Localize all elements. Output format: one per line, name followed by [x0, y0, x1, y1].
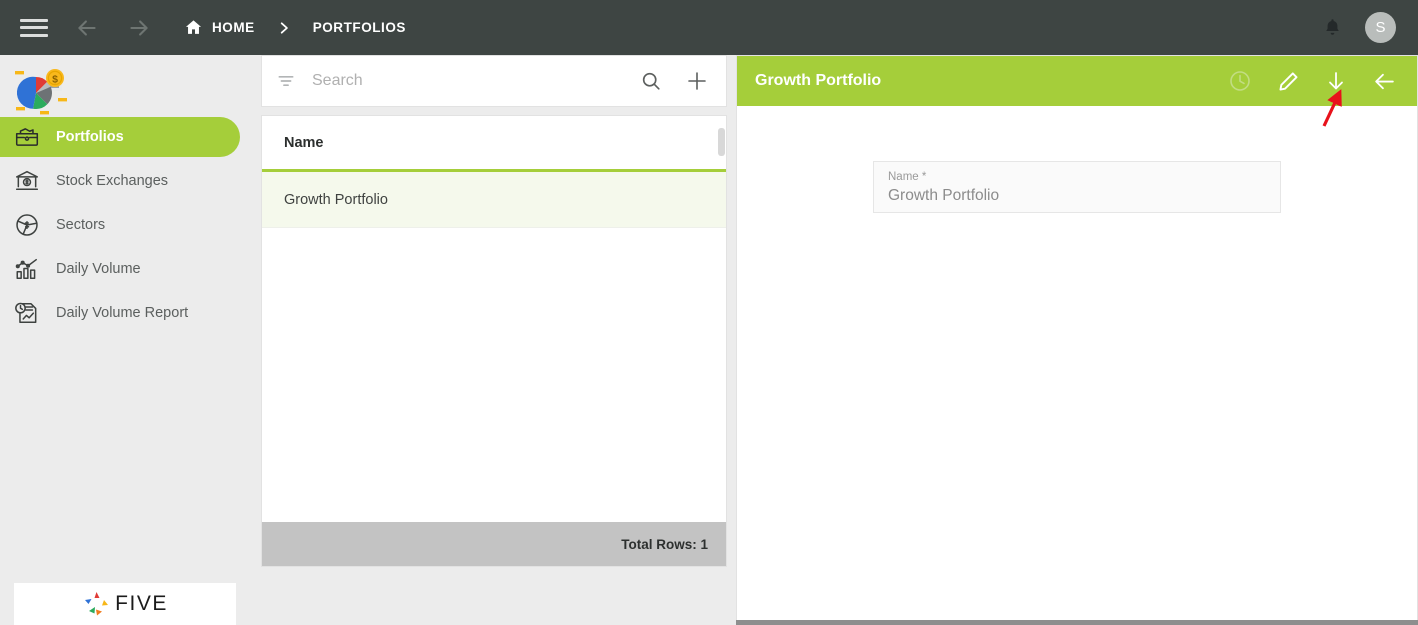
sidebar-item-sectors[interactable]: Sectors: [0, 205, 245, 245]
top-bar: HOME PORTFOLIOS S: [0, 0, 1418, 55]
briefcase-money-icon: [12, 122, 42, 152]
plus-icon[interactable]: [682, 66, 712, 96]
home-icon[interactable]: [184, 18, 203, 37]
column-header-name[interactable]: Name: [284, 135, 324, 151]
sidebar-item-label: Stock Exchanges: [56, 173, 169, 189]
detail-header: Growth Portfolio: [737, 56, 1417, 106]
back-arrow-icon[interactable]: [1367, 64, 1401, 98]
sidebar-item-label: Sectors: [56, 217, 106, 233]
breadcrumb: HOME PORTFOLIOS: [184, 18, 406, 37]
search-icon[interactable]: [636, 66, 666, 96]
sidebar-item-portfolios[interactable]: Portfolios: [0, 117, 240, 157]
total-rows-label: Total Rows: 1: [621, 536, 708, 552]
grid-header-row: Name: [262, 116, 726, 172]
filter-icon[interactable]: [276, 71, 296, 91]
list-grid: Name Growth Portfolio Total Rows: 1: [261, 115, 727, 567]
cell-name: Growth Portfolio: [284, 191, 388, 208]
avatar-initial: S: [1375, 19, 1386, 36]
five-wordmark: FIVE: [115, 592, 168, 615]
sidebar-item-daily-volume-report[interactable]: Daily Volume Report: [0, 293, 245, 333]
name-field-value: Growth Portfolio: [888, 187, 1000, 204]
five-logo: FIVE: [82, 590, 168, 618]
name-field-label: Name *: [888, 171, 927, 183]
sidebar-item-daily-volume[interactable]: Daily Volume: [0, 249, 245, 289]
download-arrow-icon[interactable]: [1319, 64, 1353, 98]
bar-chart-line-icon: [12, 254, 42, 284]
detail-form: Name * Growth Portfolio: [737, 106, 1417, 213]
grid-footer: Total Rows: 1: [262, 522, 726, 566]
pie-chart-dollar-icon: [12, 210, 42, 240]
hamburger-icon[interactable]: [20, 17, 48, 39]
page-title: Growth Portfolio: [755, 72, 882, 89]
sidebar-item-stock-exchanges[interactable]: Stock Exchanges: [0, 161, 245, 201]
search-input[interactable]: [312, 72, 636, 90]
list-panel: Name Growth Portfolio Total Rows: 1: [261, 55, 727, 625]
app-root: HOME PORTFOLIOS S $ Portfolios Stock Exc…: [0, 0, 1418, 625]
sidebar-item-label: Daily Volume Report: [56, 305, 189, 321]
sidebar-item-label: Daily Volume: [56, 261, 141, 277]
detail-actions: [1209, 64, 1401, 98]
bell-icon[interactable]: [1322, 17, 1343, 38]
sidebar: $ Portfolios Stock Exchanges Sectors Dai…: [0, 55, 245, 625]
history-clock-icon[interactable]: [1223, 64, 1257, 98]
breadcrumb-home[interactable]: HOME: [212, 20, 255, 35]
report-clock-chart-icon: [12, 298, 42, 328]
sidebar-item-label: Portfolios: [56, 129, 124, 145]
arrow-right-icon[interactable]: [126, 15, 152, 41]
top-bar-right: S: [1322, 12, 1396, 43]
detail-panel: Growth Portfolio Name * Growth Portfolio: [736, 55, 1418, 625]
table-row[interactable]: Growth Portfolio: [262, 172, 726, 228]
pie-chart-money-logo: $: [0, 55, 245, 117]
search-bar: [261, 55, 727, 107]
svg-text:$: $: [52, 73, 58, 85]
breadcrumb-current[interactable]: PORTFOLIOS: [313, 20, 406, 35]
bank-dollar-icon: [12, 166, 42, 196]
chevron-right-icon: [277, 21, 291, 35]
edit-pencil-icon[interactable]: [1271, 64, 1305, 98]
sidebar-footer-brand: FIVE: [14, 583, 236, 625]
name-field[interactable]: Name * Growth Portfolio: [873, 161, 1281, 213]
grid-scrollbar-thumb[interactable]: [718, 128, 725, 156]
avatar[interactable]: S: [1365, 12, 1396, 43]
arrow-left-icon[interactable]: [74, 15, 100, 41]
horizontal-scrollbar[interactable]: [736, 620, 1418, 625]
